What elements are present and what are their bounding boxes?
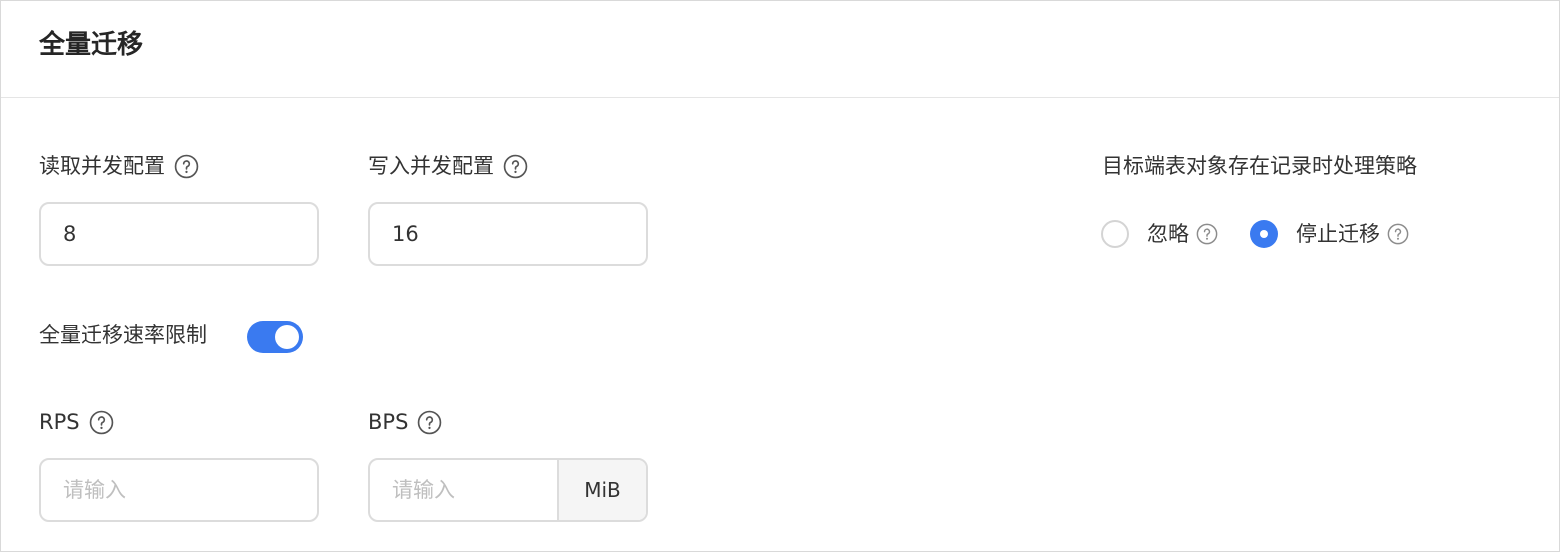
bps-input[interactable]	[370, 460, 557, 520]
full-migration-panel: 全量迁移 读取并发配置 写入并发配置 目标端表对象存在记录时处理策略 忽略 停止…	[0, 0, 1560, 552]
radio-option-stop-migration[interactable]: 停止迁移	[1250, 220, 1409, 248]
switch-knob	[275, 325, 299, 349]
bps-unit-addon: MiB	[557, 460, 646, 520]
conflict-strategy-label-row: 目标端表对象存在记录时处理策略	[1102, 152, 1417, 180]
radio-stop-migration[interactable]	[1250, 220, 1278, 248]
rate-limit-label-row: 全量迁移速率限制	[39, 321, 207, 349]
radio-option-ignore[interactable]: 忽略	[1101, 220, 1218, 248]
question-circle-icon[interactable]	[174, 154, 199, 179]
panel-title: 全量迁移	[39, 30, 144, 60]
radio-ignore-label: 忽略	[1147, 222, 1189, 246]
rps-input[interactable]	[39, 458, 319, 522]
write-concurrency-label: 写入并发配置	[368, 154, 494, 178]
conflict-strategy-label: 目标端表对象存在记录时处理策略	[1102, 154, 1417, 178]
read-concurrency-label: 读取并发配置	[39, 154, 165, 178]
write-concurrency-input[interactable]	[368, 202, 648, 266]
write-concurrency-label-row: 写入并发配置	[368, 152, 528, 180]
read-concurrency-input[interactable]	[39, 202, 319, 266]
bps-input-group: MiB	[368, 458, 648, 522]
question-circle-icon[interactable]	[417, 410, 442, 435]
read-concurrency-label-row: 读取并发配置	[39, 152, 199, 180]
rate-limit-switch[interactable]	[247, 321, 303, 353]
radio-stop-migration-label: 停止迁移	[1296, 222, 1380, 246]
bps-label-row: BPS	[368, 408, 442, 436]
question-circle-icon[interactable]	[89, 410, 114, 435]
question-circle-icon[interactable]	[503, 154, 528, 179]
bps-label: BPS	[368, 410, 409, 434]
rps-label-row: RPS	[39, 408, 114, 436]
panel-header: 全量迁移	[1, 1, 1559, 98]
conflict-strategy-radio-group: 忽略 停止迁移	[1101, 220, 1409, 248]
rate-limit-label: 全量迁移速率限制	[39, 323, 207, 347]
question-circle-icon[interactable]	[1196, 223, 1218, 245]
rps-label: RPS	[39, 410, 80, 434]
question-circle-icon[interactable]	[1387, 223, 1409, 245]
radio-ignore[interactable]	[1101, 220, 1129, 248]
